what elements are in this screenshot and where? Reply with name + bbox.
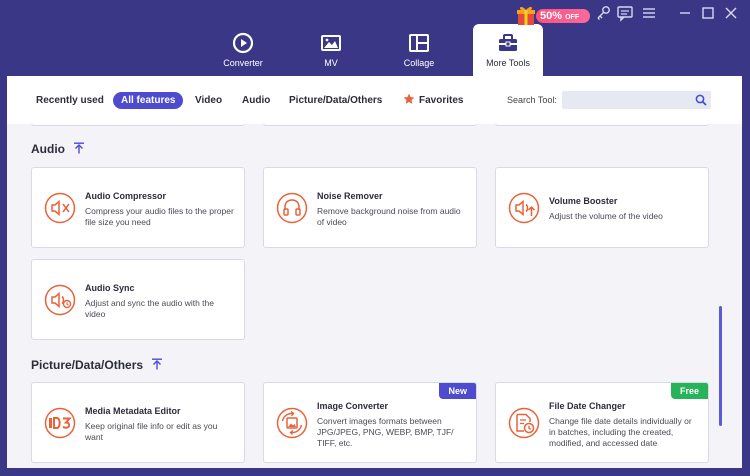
card-partial — [31, 124, 245, 126]
tab-more-tools-label: More Tools — [486, 58, 530, 68]
filter-video[interactable]: Video — [195, 92, 222, 109]
tool-description: Compress your audio files to the proper … — [85, 206, 234, 227]
close-icon[interactable] — [722, 4, 740, 22]
tab-more-tools[interactable]: More Tools — [473, 24, 543, 76]
tool-title: Volume Booster — [549, 196, 618, 206]
new-badge: New — [439, 383, 476, 399]
filter-picture-data-others[interactable]: Picture/Data/Others — [289, 92, 382, 109]
headphones-icon — [276, 192, 308, 224]
tool-card-audio-compressor[interactable]: Audio Compressor Compress your audio fil… — [31, 167, 245, 248]
filter-favorites-label: Favorites — [419, 95, 464, 106]
tool-title: Image Converter — [317, 401, 389, 411]
card-partial — [263, 124, 477, 126]
minimize-icon[interactable] — [676, 4, 694, 22]
tool-card-media-metadata-editor[interactable]: Media Metadata Editor Keep original file… — [31, 382, 245, 463]
promo-banner[interactable]: 50% OFF — [516, 4, 590, 26]
search-icon[interactable] — [695, 94, 707, 106]
tool-description: Adjust the volume of the video — [549, 211, 663, 221]
tab-converter-label: Converter — [223, 58, 263, 68]
filter-all-features[interactable]: All features — [113, 92, 184, 109]
collapse-arrow-icon[interactable] — [151, 358, 163, 370]
key-icon[interactable] — [594, 4, 612, 22]
feedback-icon[interactable] — [616, 4, 634, 22]
volume-booster-icon — [508, 192, 540, 224]
star-icon — [403, 93, 415, 104]
tool-card-file-date-changer[interactable]: Free File Date Changer Change file date … — [495, 382, 709, 463]
tool-title: Audio Sync — [85, 283, 135, 293]
tools-scroll-area[interactable]: Audio Audio Compressor Compress your aud… — [7, 124, 742, 468]
tool-card-audio-sync[interactable]: Audio Sync Adjust and sync the audio wit… — [31, 259, 245, 340]
tab-mv[interactable]: MV — [296, 24, 366, 76]
tool-title: Audio Compressor — [85, 191, 167, 201]
tab-converter[interactable]: Converter — [208, 24, 278, 76]
gift-icon — [517, 6, 535, 25]
tool-title: File Date Changer — [549, 401, 626, 411]
menu-icon[interactable] — [640, 4, 658, 22]
tool-description: Convert images formats between JPG/JPEG,… — [317, 416, 454, 448]
audio-sync-icon — [44, 284, 76, 316]
tool-card-image-converter[interactable]: New Image Converter Convert images forma… — [263, 382, 477, 463]
more-tools-panel: Recently used All features Video Audio P… — [7, 76, 742, 468]
audio-compress-icon — [44, 192, 76, 224]
scrollbar-thumb[interactable] — [719, 306, 722, 426]
toolbox-icon — [499, 34, 517, 51]
section-picture-header: Picture/Data/Others — [31, 358, 163, 372]
maximize-icon[interactable] — [699, 4, 717, 22]
discount-suffix: OFF — [565, 14, 580, 21]
converter-icon — [232, 32, 254, 54]
tab-collage-label: Collage — [403, 58, 435, 68]
discount-badge[interactable]: 50% OFF — [536, 9, 590, 23]
tab-mv-label: MV — [324, 58, 338, 68]
card-partial — [495, 124, 709, 126]
tool-title: Noise Remover — [317, 191, 383, 201]
file-date-icon — [508, 407, 540, 439]
tab-collage[interactable]: Collage — [384, 24, 454, 76]
filter-bar: Recently used All features Video Audio P… — [7, 76, 742, 124]
discount-percent: 50% — [540, 10, 563, 22]
search-label: Search Tool: — [507, 95, 557, 105]
filter-favorites[interactable]: Favorites — [403, 92, 463, 109]
id3-icon — [44, 407, 76, 439]
free-badge: Free — [670, 383, 708, 399]
filter-audio[interactable]: Audio — [242, 92, 270, 109]
section-picture-title: Picture/Data/Others — [31, 358, 144, 372]
filter-recently-used[interactable]: Recently used — [36, 92, 104, 109]
title-bar: Converter MV Collage More Tools 50% OFF — [0, 0, 750, 76]
section-audio-header: Audio — [31, 142, 85, 156]
collage-icon — [409, 34, 429, 52]
tool-title: Media Metadata Editor — [85, 406, 181, 416]
search-input[interactable] — [562, 91, 711, 109]
tool-description: Adjust and sync the audio with the video — [85, 298, 214, 319]
tool-card-volume-booster[interactable]: Volume Booster Adjust the volume of the … — [495, 167, 709, 248]
mv-icon — [321, 35, 341, 51]
tool-description: Keep original file info or edit as you w… — [85, 421, 218, 442]
image-convert-icon — [276, 407, 308, 439]
section-audio-title: Audio — [31, 142, 65, 156]
tool-description: Remove background noise from audio of vi… — [317, 206, 461, 227]
tool-card-noise-remover[interactable]: Noise Remover Remove background noise fr… — [263, 167, 477, 248]
tool-description: Change file date details individually or… — [549, 416, 692, 448]
collapse-arrow-icon[interactable] — [73, 142, 85, 154]
